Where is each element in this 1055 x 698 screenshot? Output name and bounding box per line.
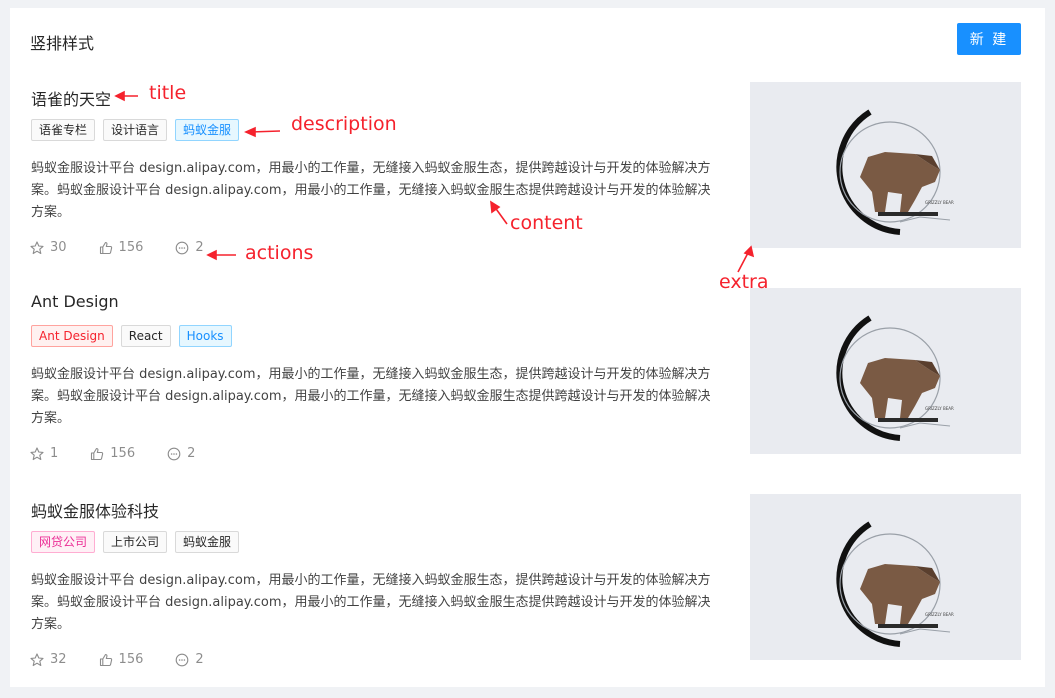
list-card: 竖排样式 新 建 语雀的天空 语雀专栏 设计语言 蚂蚁金服 蚂蚁金服设计平台 d… xyxy=(10,8,1045,687)
item-title[interactable]: 蚂蚁金服体验科技 xyxy=(31,498,159,522)
star-icon xyxy=(30,652,44,666)
item-actions: 1 156 2 xyxy=(30,446,227,461)
bear-logo-icon: GRIZZLY BEAR xyxy=(836,315,954,441)
like-count: 156 xyxy=(118,652,144,667)
tag: Ant Design xyxy=(31,325,113,347)
like-action[interactable]: 156 xyxy=(99,652,144,667)
card-title: 竖排样式 xyxy=(30,34,95,53)
comment-count: 2 xyxy=(195,652,204,667)
star-icon xyxy=(30,446,44,460)
comment-action[interactable]: 2 xyxy=(167,446,195,461)
annotation-extra: extra xyxy=(719,271,769,293)
annotation-title: title xyxy=(149,82,187,104)
star-action[interactable]: 30 xyxy=(30,240,67,255)
new-button[interactable]: 新 建 xyxy=(957,23,1021,55)
star-action[interactable]: 1 xyxy=(30,446,58,461)
message-icon xyxy=(176,653,189,666)
bear-logo-icon: GRIZZLY BEAR xyxy=(836,521,954,647)
tag: React xyxy=(120,325,171,347)
item-actions: 30 156 2 xyxy=(30,240,236,255)
list-item: 语雀的天空 语雀专栏 设计语言 蚂蚁金服 蚂蚁金服设计平台 design.ali… xyxy=(30,82,1031,286)
tag: 蚂蚁金服 xyxy=(175,531,240,553)
list-item: Ant Design Ant Design React Hooks 蚂蚁金服设计… xyxy=(30,288,1031,492)
item-title[interactable]: 语雀的天空 xyxy=(31,86,111,110)
tag: Hooks xyxy=(178,325,232,347)
item-title[interactable]: Ant Design xyxy=(31,292,119,311)
message-icon xyxy=(176,241,189,254)
like-icon xyxy=(99,653,112,666)
star-action[interactable]: 32 xyxy=(30,652,67,667)
like-icon xyxy=(99,241,112,254)
tag: 语雀专栏 xyxy=(31,119,96,141)
tag: 网贷公司 xyxy=(31,531,96,553)
like-count: 156 xyxy=(118,240,144,255)
item-tags: 语雀专栏 设计语言 蚂蚁金服 xyxy=(31,119,240,141)
message-icon xyxy=(167,447,181,460)
star-count: 30 xyxy=(50,240,67,255)
item-content: 蚂蚁金服设计平台 design.alipay.com，用最小的工作量，无缝接入蚂… xyxy=(31,161,711,220)
comment-count: 2 xyxy=(195,240,204,255)
annotation-description: description xyxy=(291,113,397,135)
comment-action[interactable]: 2 xyxy=(175,652,204,667)
item-tags: Ant Design React Hooks xyxy=(31,325,232,347)
tag: 设计语言 xyxy=(103,119,168,141)
tag: 上市公司 xyxy=(103,531,168,553)
extra-image: GRIZZLY BEAR xyxy=(750,82,1021,248)
comment-action[interactable]: 2 xyxy=(175,240,204,255)
item-content: 蚂蚁金服设计平台 design.alipay.com，用最小的工作量，无缝接入蚂… xyxy=(31,367,711,426)
star-icon xyxy=(30,240,44,254)
logo-caption: GRIZZLY BEAR xyxy=(925,200,954,205)
like-icon xyxy=(91,447,104,460)
item-tags: 网贷公司 上市公司 蚂蚁金服 xyxy=(31,531,240,553)
list-item: 蚂蚁金服体验科技 网贷公司 上市公司 蚂蚁金服 蚂蚁金服设计平台 design.… xyxy=(30,494,1031,698)
like-count: 156 xyxy=(110,446,136,461)
like-action[interactable]: 156 xyxy=(99,240,144,255)
extra-image: GRIZZLY BEAR xyxy=(750,288,1021,454)
annotation-content: content xyxy=(510,212,583,234)
bear-logo-icon: GRIZZLY BEAR xyxy=(836,109,954,235)
annotation-actions: actions xyxy=(245,242,314,264)
star-count: 1 xyxy=(50,446,59,461)
like-action[interactable]: 156 xyxy=(90,446,135,461)
star-count: 32 xyxy=(50,652,67,667)
logo-caption: GRIZZLY BEAR xyxy=(925,406,954,411)
extra-image: GRIZZLY BEAR xyxy=(750,494,1021,660)
logo-caption: GRIZZLY BEAR xyxy=(925,612,954,617)
item-content: 蚂蚁金服设计平台 design.alipay.com，用最小的工作量，无缝接入蚂… xyxy=(31,573,711,632)
tag: 蚂蚁金服 xyxy=(175,119,240,141)
comment-count: 2 xyxy=(187,446,196,461)
item-actions: 32 156 2 xyxy=(30,652,236,667)
